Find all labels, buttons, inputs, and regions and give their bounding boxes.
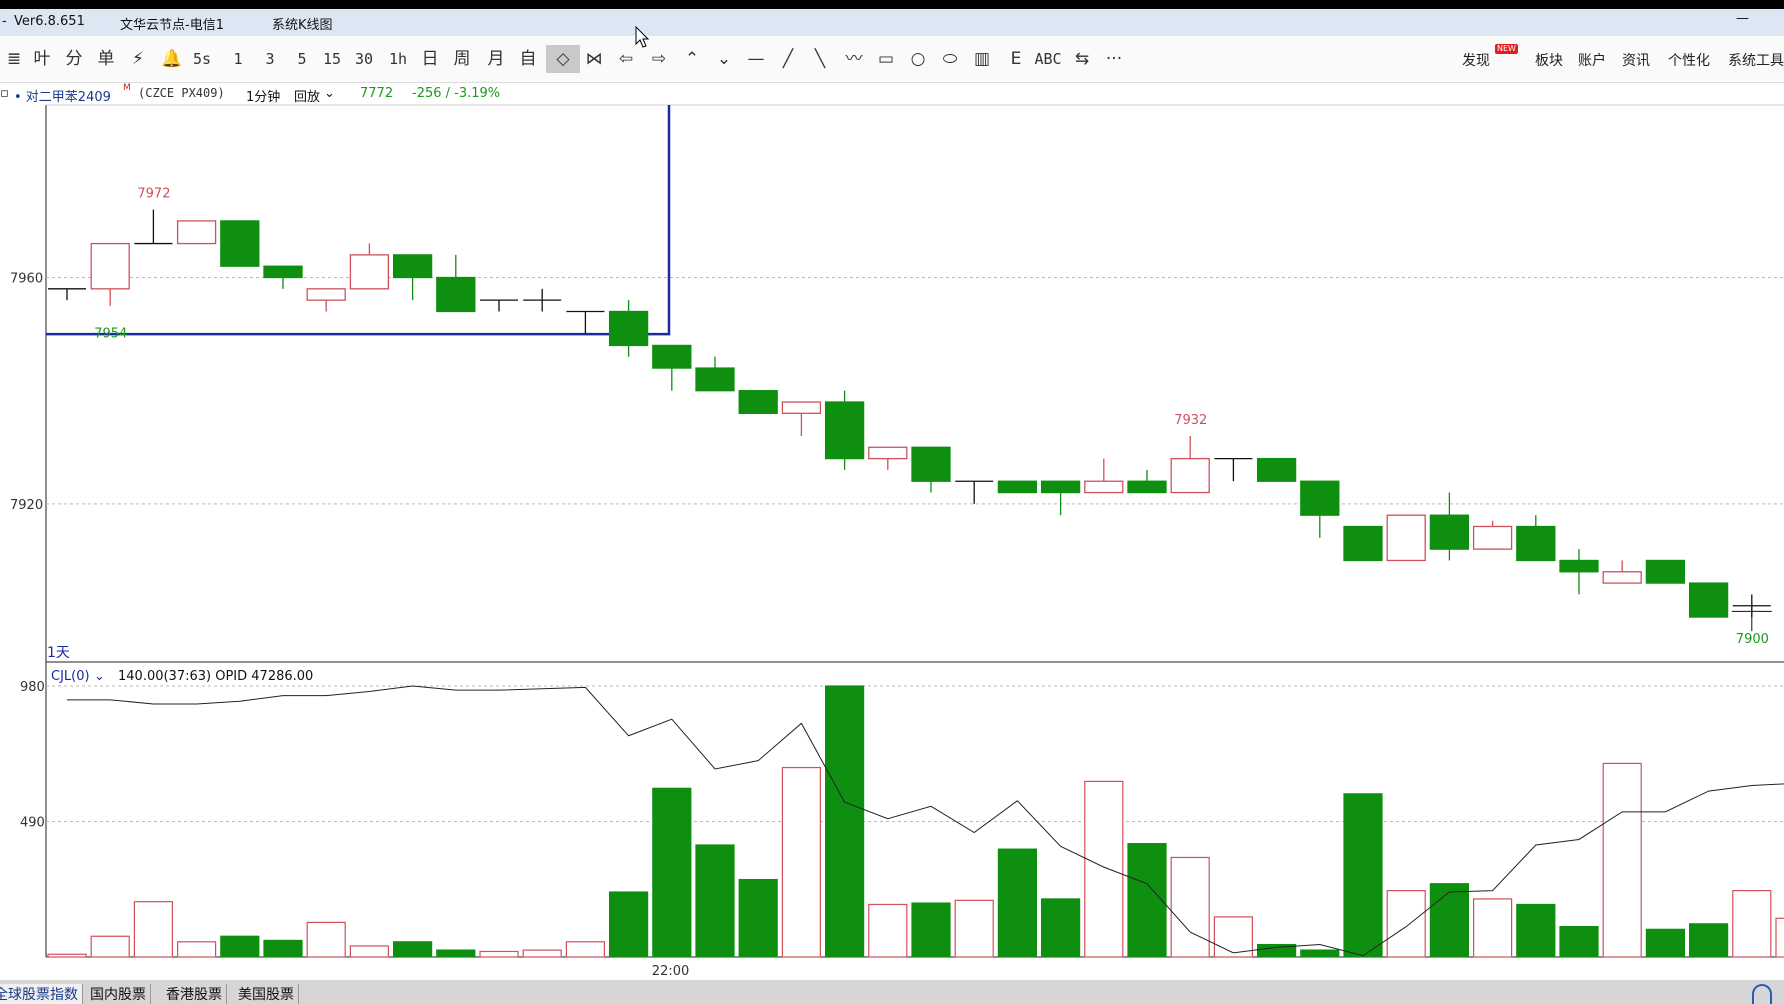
candle-body[interactable] xyxy=(608,310,649,347)
volume-bar[interactable] xyxy=(522,949,562,958)
candle-body[interactable] xyxy=(1127,480,1167,494)
volume-bar[interactable] xyxy=(868,903,908,958)
volume-bar[interactable] xyxy=(47,953,87,958)
market-tab-bar: 全球股票指数 国内股票 香港股票 美国股票 xyxy=(0,980,1784,1004)
candle-body[interactable] xyxy=(1472,525,1513,550)
volume-bar[interactable] xyxy=(1343,793,1383,958)
candle-body[interactable] xyxy=(90,242,130,290)
volume-bar[interactable] xyxy=(911,902,951,958)
candle-body[interactable] xyxy=(997,480,1038,494)
volume-bar[interactable] xyxy=(1170,856,1210,958)
candle-body[interactable] xyxy=(911,446,951,482)
candle-body[interactable] xyxy=(868,446,908,460)
volume-bar[interactable] xyxy=(565,941,606,958)
candle-body[interactable] xyxy=(1516,525,1556,562)
candle-body[interactable] xyxy=(1084,480,1124,494)
volume-bar[interactable] xyxy=(479,950,519,958)
low-price-marker: 7954 xyxy=(94,326,127,341)
volume-tick-label: 490 xyxy=(20,816,45,831)
price-tick-label: 7920 xyxy=(10,498,43,513)
volume-bar[interactable] xyxy=(1429,883,1470,958)
candle-body[interactable] xyxy=(695,367,735,392)
candle-body[interactable] xyxy=(392,254,433,279)
tab-domestic-stocks[interactable]: 国内股票 xyxy=(86,984,151,1004)
volume-bar[interactable] xyxy=(263,939,303,958)
volume-bar[interactable] xyxy=(695,844,735,958)
mid-high-marker: 7932 xyxy=(1174,413,1207,428)
candle-body[interactable] xyxy=(436,276,476,313)
mouse-cursor-icon xyxy=(635,25,650,48)
app-window: - Ver6.8.651 文华云节点-电信1 系统K线图 — ≣ 叶分单 ⚡ 🔔 5s 1… xyxy=(0,0,1784,1004)
candle-body[interactable] xyxy=(1602,571,1642,584)
candle-body[interactable] xyxy=(306,288,346,301)
candle-body[interactable] xyxy=(652,344,692,369)
volume-bar[interactable] xyxy=(781,766,822,958)
candle-body[interactable] xyxy=(1645,559,1686,584)
volume-bar[interactable] xyxy=(1300,949,1340,958)
candle-body[interactable] xyxy=(1040,480,1081,494)
candle-body[interactable] xyxy=(1386,514,1426,562)
volume-bar[interactable] xyxy=(1516,903,1556,958)
last-low-marker: 7900 xyxy=(1736,632,1769,647)
volume-bar[interactable] xyxy=(90,935,130,958)
candle-body[interactable] xyxy=(176,220,217,245)
period-label: 1天 xyxy=(47,645,70,661)
volume-bar[interactable] xyxy=(1084,780,1124,958)
volume-bar[interactable] xyxy=(1472,898,1513,958)
volume-bar[interactable] xyxy=(997,848,1038,958)
candle-body[interactable] xyxy=(1429,514,1470,550)
tab-global-index[interactable]: 全球股票指数 xyxy=(0,984,83,1004)
volume-bar[interactable] xyxy=(1688,923,1729,958)
volume-bar[interactable] xyxy=(1732,890,1772,958)
volume-bar[interactable] xyxy=(738,878,778,958)
candle-body[interactable] xyxy=(1343,525,1383,562)
volume-bar[interactable] xyxy=(824,685,865,958)
volume-bar[interactable] xyxy=(608,891,649,958)
volume-bar[interactable] xyxy=(220,935,260,958)
volume-bar[interactable] xyxy=(652,787,692,958)
candle-body[interactable] xyxy=(1256,457,1297,482)
volume-tick-label: 980 xyxy=(20,680,45,695)
candle-body[interactable] xyxy=(1170,457,1210,494)
volume-bar[interactable] xyxy=(954,899,994,958)
volume-bar[interactable] xyxy=(393,941,433,958)
candle-body[interactable] xyxy=(349,254,390,290)
candle-body[interactable] xyxy=(1300,480,1340,516)
volume-bar[interactable] xyxy=(349,945,389,958)
volume-bar[interactable] xyxy=(436,949,476,958)
time-tick-label: 22:00 xyxy=(652,964,689,979)
volume-bar[interactable] xyxy=(1386,890,1426,958)
chevron-down-icon: ⌄ xyxy=(94,669,105,684)
tab-hk-stocks[interactable]: 香港股票 xyxy=(162,984,227,1004)
volume-bar[interactable] xyxy=(1645,928,1686,958)
volume-bar[interactable] xyxy=(306,921,346,958)
candle-body[interactable] xyxy=(263,265,303,279)
candle-body[interactable] xyxy=(1559,559,1599,573)
tab-us-stocks[interactable]: 美国股票 xyxy=(234,984,299,1004)
kline-chart[interactable]: 7960 7920 980 490 7972 7954 7932 7900 1天 CJL(0) ⌄ 1… xyxy=(0,0,1784,980)
volume-bar[interactable] xyxy=(1602,762,1642,958)
high-price-marker: 7972 xyxy=(137,187,170,202)
candle-body[interactable] xyxy=(781,401,822,414)
volume-bar[interactable] xyxy=(1040,898,1081,958)
price-tick-label: 7960 xyxy=(10,272,43,287)
candle-body[interactable] xyxy=(1688,582,1729,618)
indicator-values: 140.00(37:63) OPID 47286.00 xyxy=(118,669,313,684)
selection-rectangle[interactable] xyxy=(46,105,671,336)
volume-bar[interactable] xyxy=(1775,917,1784,958)
headset-icon[interactable] xyxy=(1752,984,1772,1004)
volume-bar[interactable] xyxy=(133,901,173,958)
indicator-name: CJL(0) xyxy=(51,669,90,684)
candle-body[interactable] xyxy=(220,220,260,267)
volume-bar[interactable] xyxy=(177,941,217,958)
candle-body[interactable] xyxy=(738,390,778,414)
volume-bar[interactable] xyxy=(1559,925,1599,958)
volume-bar[interactable] xyxy=(1127,843,1167,958)
candle-body[interactable] xyxy=(824,401,865,460)
